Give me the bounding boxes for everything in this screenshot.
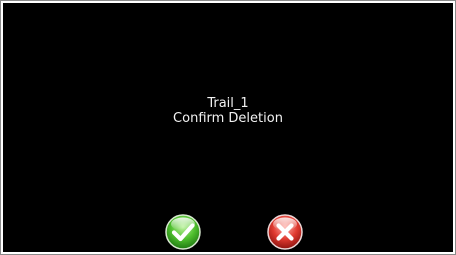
confirm-deletion-prompt: Confirm Deletion: [173, 111, 283, 126]
close-icon: [267, 214, 303, 250]
item-name: Trail_1: [207, 96, 249, 111]
dialog-message: Trail_1 Confirm Deletion: [3, 96, 453, 126]
cancel-button[interactable]: [266, 213, 304, 251]
device-frame: Trail_1 Confirm Deletion: [0, 0, 456, 255]
dialog-screen: Trail_1 Confirm Deletion: [3, 3, 453, 252]
check-icon: [165, 214, 201, 250]
confirm-button[interactable]: [164, 213, 202, 251]
